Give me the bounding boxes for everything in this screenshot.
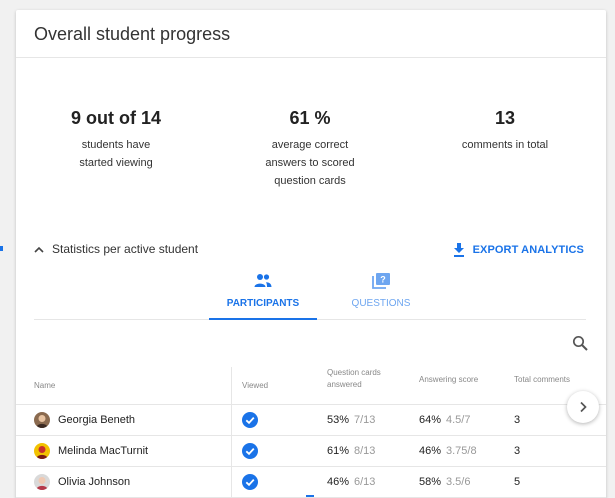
student-statistics-table: Name Viewed Question cards answered Answ… <box>16 367 606 498</box>
people-icon <box>254 274 272 287</box>
column-divider <box>231 367 232 498</box>
stat-comments-total: 13 comments in total <box>425 108 585 154</box>
column-header-total-comments[interactable]: Total comments <box>514 374 574 386</box>
cards-fraction: 7/13 <box>354 414 376 426</box>
stat-average-correct: 61 % average correct answers to scored q… <box>230 108 390 190</box>
stat-value: 9 out of 14 <box>70 108 161 128</box>
section-title: Statistics per active student <box>52 242 199 256</box>
export-label: EXPORT ANALYTICS <box>472 244 584 256</box>
column-header-viewed[interactable]: Viewed <box>242 380 268 392</box>
total-comments: 5 <box>514 476 521 488</box>
statistics-section-header[interactable]: Statistics per active student EXPORT ANA… <box>30 239 590 263</box>
avatar <box>34 443 50 459</box>
stat-students-started: 9 out of 14 students have started viewin… <box>36 108 196 172</box>
scroll-right-button[interactable] <box>567 391 599 423</box>
table-row[interactable]: Melinda MacTurnit 61% 8/13 46% 3.75/8 3 <box>16 436 606 467</box>
overall-progress-card: Overall student progress 9 out of 14 stu… <box>16 10 606 498</box>
total-comments: 3 <box>514 414 521 426</box>
card-title: Overall student progress <box>16 10 606 58</box>
cards-percent: 61% <box>327 445 350 457</box>
cards-percent: 53% <box>327 414 350 426</box>
cards-fraction: 6/13 <box>354 476 376 488</box>
edge-indicator <box>0 246 3 251</box>
table-row[interactable]: Olivia Johnson 46% 6/13 58% 3.5/6 5 <box>16 467 606 498</box>
chevron-right-icon <box>580 401 587 413</box>
score-percent: 46% <box>419 445 442 457</box>
search-icon[interactable] <box>572 335 588 351</box>
focus-indicator <box>306 495 314 497</box>
student-name: Melinda MacTurnit <box>58 445 149 457</box>
cards-percent: 46% <box>327 476 350 488</box>
stat-value: 61 % <box>289 108 331 128</box>
avatar <box>34 474 50 490</box>
stat-value: 13 <box>494 108 516 128</box>
check-circle-icon <box>242 412 258 428</box>
table-header: Name Viewed Question cards answered Answ… <box>16 367 606 405</box>
score-fraction: 4.5/7 <box>446 414 471 426</box>
total-comments: 3 <box>514 445 521 457</box>
question-cards-icon: ? <box>372 273 390 289</box>
summary-stats: 9 out of 14 students have started viewin… <box>16 108 606 208</box>
tab-participants[interactable]: PARTICIPANTS <box>209 269 317 320</box>
score-percent: 64% <box>419 414 442 426</box>
chevron-up-icon[interactable] <box>32 243 46 257</box>
export-analytics-button[interactable]: EXPORT ANALYTICS <box>452 239 584 261</box>
tab-bar: PARTICIPANTS ? QUESTIONS <box>34 269 586 320</box>
check-circle-icon <box>242 474 258 490</box>
table-row[interactable]: Georgia Beneth 53% 7/13 64% 4.5/7 3 <box>16 405 606 436</box>
student-name: Olivia Johnson <box>58 476 131 488</box>
score-fraction: 3.75/8 <box>446 445 477 457</box>
score-fraction: 3.5/6 <box>446 476 471 488</box>
stat-description: students have started viewing <box>79 139 153 169</box>
column-header-answering-score[interactable]: Answering score <box>419 374 479 386</box>
student-name: Georgia Beneth <box>58 414 136 426</box>
download-icon <box>453 243 464 257</box>
svg-text:?: ? <box>380 275 386 285</box>
tab-label: QUESTIONS <box>351 298 411 309</box>
score-percent: 58% <box>419 476 442 488</box>
tab-questions[interactable]: ? QUESTIONS <box>327 269 435 320</box>
stat-description: average correct answers to scored questi… <box>265 139 355 187</box>
tab-label: PARTICIPANTS <box>226 298 300 309</box>
column-header-name[interactable]: Name <box>34 380 55 392</box>
check-circle-icon <box>242 443 258 459</box>
avatar <box>34 412 50 428</box>
cards-fraction: 8/13 <box>354 445 376 457</box>
stat-description: comments in total <box>461 139 549 151</box>
column-header-cards-answered[interactable]: Question cards answered <box>327 367 387 391</box>
